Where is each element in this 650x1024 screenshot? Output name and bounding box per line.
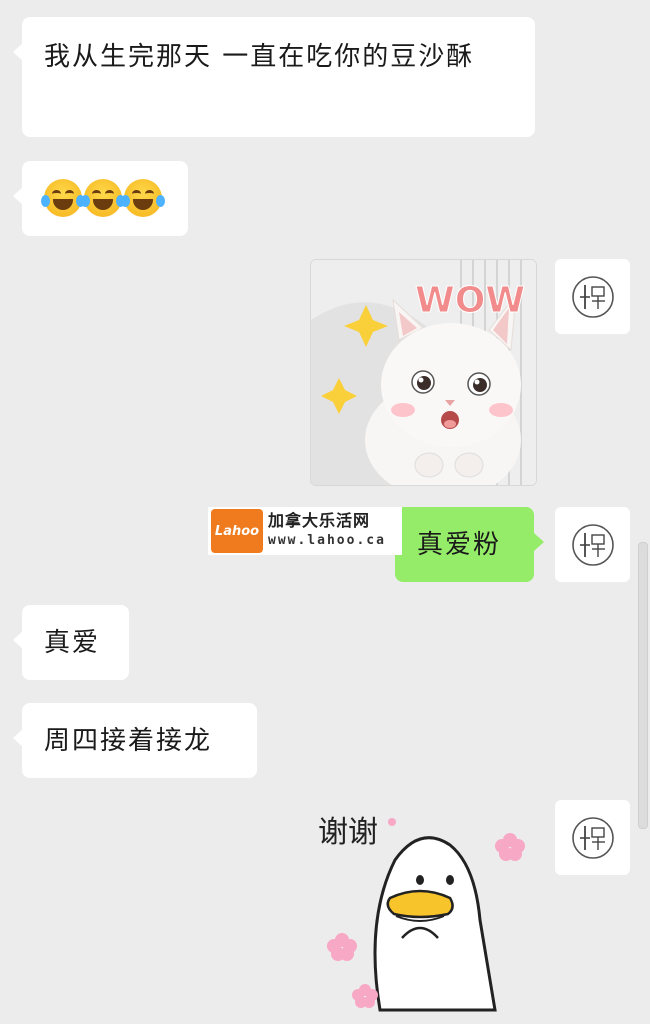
laughing-crying-emoji-icon [81, 179, 125, 217]
message-bubble-incoming[interactable]: 我从生完那天 一直在吃你的豆沙酥 [13, 17, 535, 137]
user-avatar[interactable] [555, 259, 630, 334]
site-watermark: Lahoo 加拿大乐活网 www.lahoo.ca [208, 507, 402, 555]
watermark-title: 加拿大乐活网 [268, 511, 371, 530]
message-bubble-incoming[interactable]: 周四接着接龙 [13, 703, 257, 778]
message-bubble-outgoing[interactable]: 真爱粉 [395, 507, 544, 582]
laughing-crying-emoji-icon [121, 179, 165, 217]
cat-sticker-image: WOW [311, 260, 536, 485]
message-bubble-incoming[interactable] [13, 161, 188, 236]
shop-logo-icon [571, 816, 614, 859]
message-text: 我从生完那天 一直在吃你的豆沙酥 [44, 42, 475, 72]
message-text: 真爱粉 [417, 530, 502, 560]
message-bubble-incoming[interactable]: 真爱 [13, 605, 129, 680]
user-avatar[interactable] [555, 507, 630, 582]
cat-wow-sticker[interactable]: WOW [310, 259, 537, 486]
sticker-text-line1: 谢谢 [318, 815, 378, 850]
lahoo-logo: Lahoo [211, 509, 263, 553]
scrollbar[interactable] [638, 542, 648, 829]
watermark-url: www.lahoo.ca [268, 533, 386, 548]
shop-logo-icon [571, 523, 614, 566]
emoji-row [41, 179, 166, 217]
message-text: 周四接着接龙 [44, 726, 213, 756]
user-avatar[interactable] [555, 800, 630, 875]
wow-text: WOW [415, 280, 525, 321]
duck-thanks-sticker[interactable]: 谢谢 [310, 800, 535, 1020]
message-text: 真爱 [44, 628, 101, 658]
laughing-crying-emoji-icon [41, 179, 85, 217]
shop-logo-icon [571, 275, 614, 318]
duck-sticker-image: 谢谢 [318, 815, 525, 1012]
